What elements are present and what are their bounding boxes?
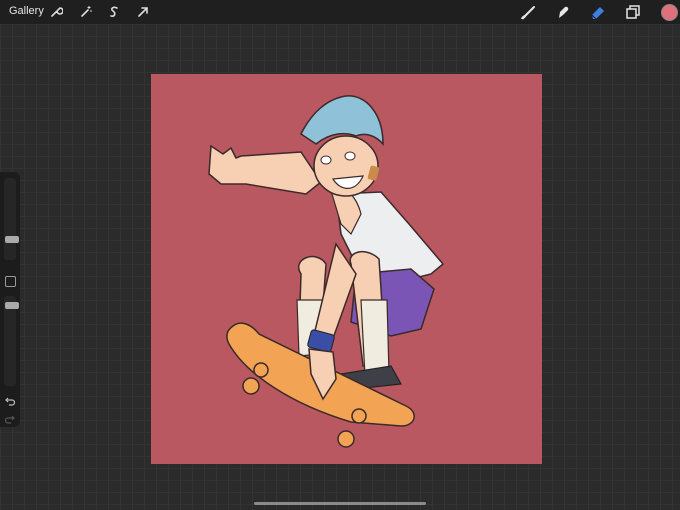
layers-icon[interactable] — [623, 2, 643, 22]
skater-illustration — [208, 95, 445, 448]
opacity-slider[interactable] — [4, 296, 19, 386]
brush-size-thumb[interactable] — [5, 236, 19, 243]
modify-button[interactable] — [5, 276, 16, 287]
selection-s-icon[interactable] — [105, 3, 123, 21]
home-indicator[interactable] — [254, 502, 426, 505]
redo-icon[interactable] — [4, 412, 16, 424]
opacity-thumb[interactable] — [5, 302, 19, 309]
transform-arrow-icon[interactable] — [134, 3, 152, 21]
drawing-canvas[interactable] — [151, 74, 542, 464]
left-sidebar — [0, 172, 20, 427]
smudge-icon[interactable] — [553, 2, 573, 22]
eraser-icon[interactable] — [588, 2, 608, 22]
brush-size-slider[interactable] — [4, 178, 19, 260]
magic-wand-icon[interactable] — [77, 3, 95, 21]
undo-icon[interactable] — [4, 394, 16, 406]
top-toolbar: Gallery — [0, 0, 680, 24]
gallery-button[interactable]: Gallery — [9, 5, 44, 17]
color-swatch[interactable] — [661, 4, 678, 21]
wrench-icon[interactable] — [47, 3, 65, 21]
brush-icon[interactable] — [519, 2, 539, 22]
